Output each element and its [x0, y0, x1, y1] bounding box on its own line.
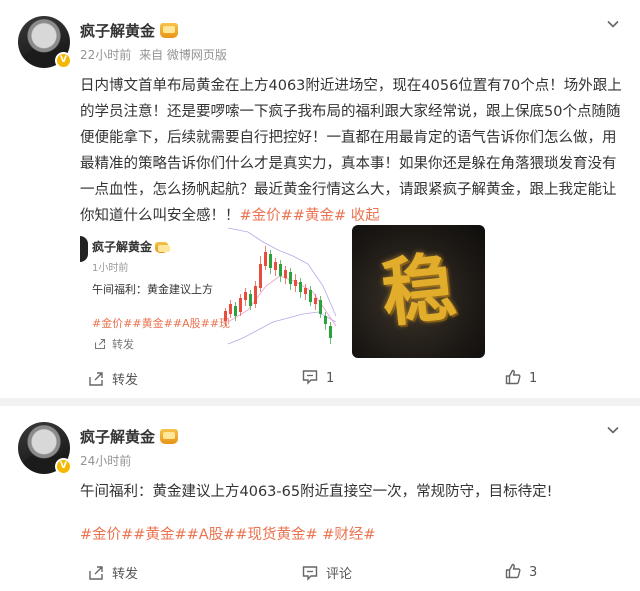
candle-body [259, 264, 262, 288]
candle-body [234, 306, 237, 316]
weibo-post-2: V 疯子解黄金 24小时前 午间福利：黄金建议上方4063-65附近直接空一次，… [0, 406, 640, 591]
repost-button[interactable]: 转发 [88, 563, 138, 582]
hashtag-link[interactable]: #金价##黄金# [240, 208, 347, 224]
repost-time: 1小时前 [92, 263, 129, 274]
post-text: 日内博文首单布局黄金在上方4063附近进场空，现在4056位置有70个点！场外跟… [80, 78, 622, 224]
candle-body [294, 280, 297, 286]
post-meta: 24小时前 [80, 452, 135, 469]
candle-body [279, 264, 282, 276]
candle-body [299, 282, 302, 292]
verified-badge-icon: V [55, 458, 72, 475]
avatar [80, 236, 88, 262]
post-source: 来自 微博网页版 [139, 48, 227, 62]
candlestick-chart [224, 227, 337, 345]
indicator-line [227, 311, 337, 345]
candle-body [224, 311, 227, 321]
vip-crown-icon [160, 23, 179, 38]
candle-body [274, 262, 277, 270]
collapse-link[interactable]: 收起 [351, 208, 380, 224]
repost-tags: #金价##黄金##A股##现 [92, 317, 231, 330]
candle-body [289, 272, 292, 284]
thumbs-up-icon [505, 369, 521, 385]
post-text: 午间福利：黄金建议上方4063-65附近直接空一次，常规防守，目标待定! [80, 484, 553, 500]
comment-button[interactable]: 评论 [302, 563, 352, 582]
post-time[interactable]: 22小时前 [80, 48, 131, 62]
candle-body [249, 294, 252, 306]
repost-share: 转发 [94, 336, 134, 352]
post-username[interactable]: 疯子解黄金 [80, 20, 179, 41]
vip-crown-icon [155, 242, 171, 253]
candle-body [324, 316, 327, 324]
attached-image-calligraphy[interactable]: 稳 [352, 225, 485, 358]
like-button[interactable]: 1 [505, 369, 537, 386]
avatar[interactable]: V [18, 422, 72, 475]
comment-button[interactable]: 1 [302, 369, 334, 386]
candle-body [284, 270, 287, 278]
candle-body [264, 252, 267, 266]
vip-crown-icon [160, 429, 179, 444]
post-time[interactable]: 24小时前 [80, 454, 131, 468]
weibo-post-1: V 疯子解黄金 22小时前 来自 微博网页版 日内博文首单布局黄金在上方4063… [0, 0, 640, 398]
post-username[interactable]: 疯子解黄金 [80, 426, 179, 447]
candle-body [304, 288, 307, 294]
repost-button[interactable]: 转发 [88, 369, 138, 388]
post-meta: 22小时前 来自 微博网页版 [80, 46, 231, 63]
chevron-down-icon[interactable] [606, 422, 620, 436]
calligraphy-glyph: 稳 [377, 244, 460, 338]
post-actions: 转发 1 1 [0, 369, 640, 393]
hashtag-link[interactable]: #金价##黄金##A股##现货黄金# #财经# [80, 527, 376, 543]
share-icon [89, 372, 103, 386]
attached-image-repost-screenshot[interactable]: 疯子解黄金 1小时前 午间福利：黄金建议上方 #金价##黄金##A股##现 转发 [80, 226, 338, 358]
candle-body [229, 304, 232, 314]
candle-body [244, 292, 247, 300]
candle-body [319, 300, 322, 314]
repost-text: 午间福利：黄金建议上方 [92, 283, 213, 296]
candle-body [269, 254, 272, 268]
share-icon [89, 566, 103, 580]
chevron-down-icon[interactable] [606, 16, 620, 30]
thumbs-up-icon [505, 563, 521, 579]
share-icon [94, 338, 106, 350]
comment-icon [302, 566, 318, 581]
post-tags: #金价##黄金##A股##现货黄金# #财经# [80, 522, 624, 548]
like-button[interactable]: 3 [505, 563, 537, 580]
candle-body [329, 326, 332, 338]
candle-body [239, 298, 242, 312]
candle-body [309, 290, 312, 302]
comment-icon [302, 370, 318, 385]
candle-body [314, 298, 317, 304]
repost-username: 疯子解黄金 [92, 238, 171, 255]
candle-body [254, 286, 257, 304]
verified-badge-icon: V [55, 52, 72, 69]
post-actions: 转发 评论 3 [0, 563, 640, 587]
avatar[interactable]: V [18, 16, 72, 69]
